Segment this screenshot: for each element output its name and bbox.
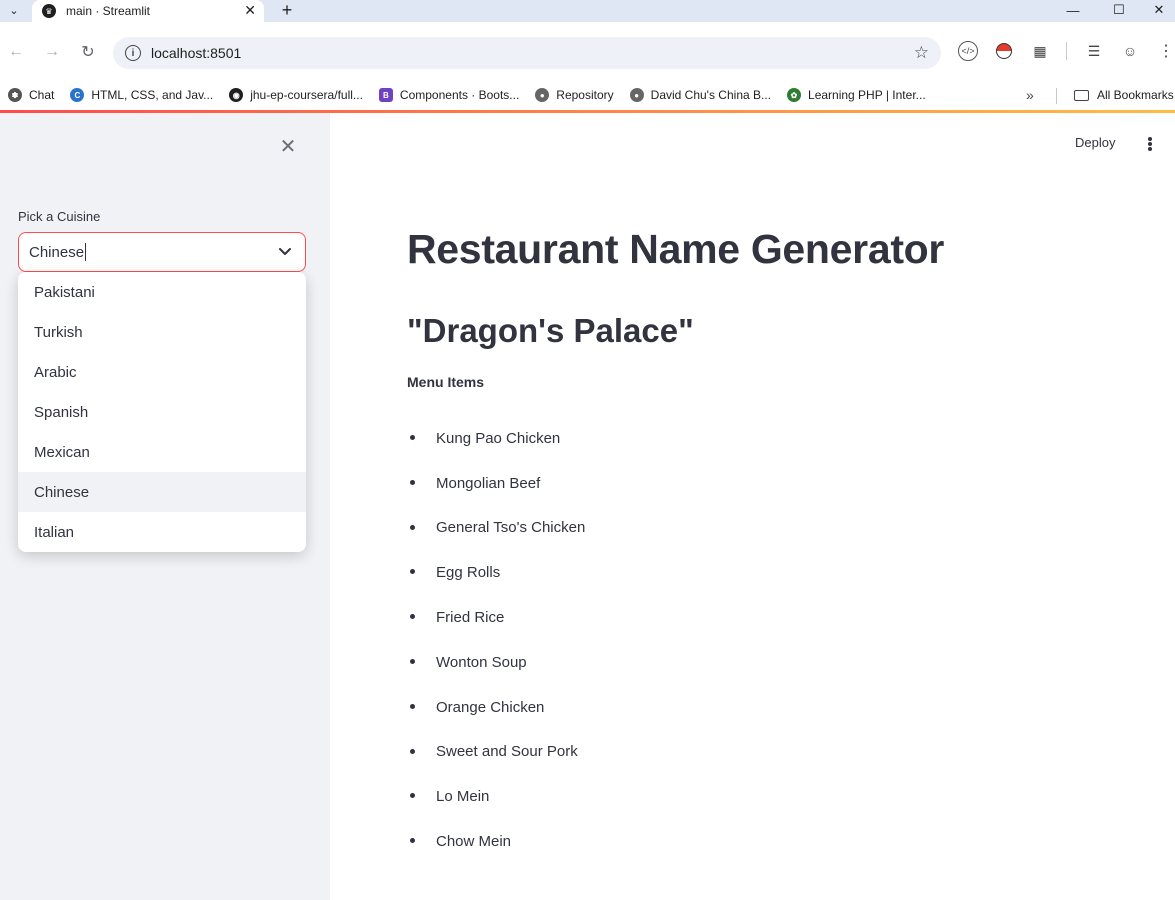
bookmark-label: David Chu's China B... bbox=[650, 88, 772, 102]
tab-close-icon[interactable]: ✕ bbox=[244, 2, 256, 19]
deploy-button[interactable]: Deploy bbox=[1075, 135, 1115, 150]
coursera-icon: C bbox=[70, 88, 85, 102]
all-bookmarks-button[interactable]: All Bookmarks bbox=[1074, 80, 1174, 110]
browser-toolbar: ← → ↻ i localhost:8501 ☆ </> ▦ ☰ ☺ ⋮ bbox=[0, 22, 1175, 80]
bookmark-label: Learning PHP | Inter... bbox=[808, 88, 926, 102]
bookmark-label: Chat bbox=[29, 88, 55, 102]
url-text[interactable]: localhost:8501 bbox=[151, 45, 241, 61]
site-info-icon[interactable]: i bbox=[125, 45, 141, 61]
close-window-button[interactable]: ✕ bbox=[1136, 0, 1175, 20]
sidebar: ✕ Pick a Cuisine Chinese Pakistani Turki… bbox=[0, 113, 330, 900]
more-bookmarks-chevron-icon[interactable]: » bbox=[1026, 87, 1034, 103]
bookmark-item[interactable]: ● Repository bbox=[535, 88, 614, 102]
folder-icon bbox=[1074, 89, 1089, 101]
bookmark-item[interactable]: ✽ Chat bbox=[8, 88, 54, 102]
list-item: Kung Pao Chicken bbox=[407, 416, 585, 461]
list-item: Fried Rice bbox=[407, 595, 585, 640]
extension-circle-icon[interactable]: </> bbox=[958, 41, 978, 61]
openai-icon: ✽ bbox=[8, 88, 22, 102]
browser-tab[interactable]: ♛ main · Streamlit ✕ bbox=[32, 0, 264, 22]
list-item: Wonton Soup bbox=[407, 640, 585, 685]
profile-avatar-icon[interactable]: ☺ bbox=[1120, 41, 1140, 61]
extensions-puzzle-icon[interactable]: ▦ bbox=[1030, 41, 1050, 61]
bookmarks-bar: ✽ Chat C HTML, CSS, and Jav... ◉ jhu-ep-… bbox=[0, 80, 1175, 110]
leaf-icon: ✿ bbox=[787, 88, 802, 102]
cuisine-select-label: Pick a Cuisine bbox=[18, 209, 101, 224]
dropdown-option-highlighted[interactable]: Chinese bbox=[18, 472, 306, 512]
toolbar-divider bbox=[1066, 42, 1067, 60]
list-item: Chow Mein bbox=[407, 819, 585, 864]
browser-menu-icon[interactable]: ⋮ bbox=[1156, 41, 1175, 61]
bookmark-star-icon[interactable]: ☆ bbox=[914, 43, 929, 63]
browser-tab-bar: ⌄ ♛ main · Streamlit ✕ + — ☐ ✕ bbox=[0, 0, 1175, 22]
dropdown-option[interactable]: Turkish bbox=[18, 312, 306, 352]
reload-button[interactable]: ↻ bbox=[76, 40, 100, 64]
dropdown-option[interactable]: Arabic bbox=[18, 352, 306, 392]
list-item: Orange Chicken bbox=[407, 685, 585, 730]
bookmark-label: Components · Boots... bbox=[399, 88, 520, 102]
github-icon: ◉ bbox=[229, 88, 244, 102]
cuisine-select-value[interactable]: Chinese bbox=[29, 244, 84, 261]
list-item: Sweet and Sour Pork bbox=[407, 730, 585, 775]
menu-items-list: Kung Pao Chicken Mongolian Beef General … bbox=[407, 416, 585, 864]
list-item: Lo Mein bbox=[407, 774, 585, 819]
page-title: Restaurant Name Generator bbox=[407, 226, 945, 272]
bookmark-item[interactable]: ✿ Learning PHP | Inter... bbox=[787, 88, 926, 102]
bookmark-item[interactable]: ◉ jhu-ep-coursera/full... bbox=[229, 88, 363, 102]
cuisine-select[interactable]: Chinese bbox=[18, 232, 306, 272]
bookmarks-divider bbox=[1056, 88, 1057, 104]
back-button[interactable]: ← bbox=[4, 40, 28, 64]
bookmark-item[interactable]: C HTML, CSS, and Jav... bbox=[70, 88, 213, 102]
dropdown-option[interactable]: Italian bbox=[18, 512, 306, 552]
main-content: Deploy Restaurant Name Generator "Dragon… bbox=[330, 113, 1175, 900]
bootstrap-icon: B bbox=[378, 88, 393, 102]
forward-button[interactable]: → bbox=[40, 40, 64, 64]
list-item: Mongolian Beef bbox=[407, 461, 585, 506]
globe-icon: ● bbox=[535, 88, 550, 102]
dropdown-option[interactable]: Pakistani bbox=[18, 272, 306, 312]
dropdown-option[interactable]: Mexican bbox=[18, 432, 306, 472]
bookmark-label: jhu-ep-coursera/full... bbox=[250, 88, 363, 102]
streamlit-favicon-icon: ♛ bbox=[42, 4, 56, 18]
bookmark-label: Repository bbox=[556, 88, 614, 102]
chevron-down-icon[interactable] bbox=[277, 243, 293, 259]
bookmark-item[interactable]: B Components · Boots... bbox=[378, 88, 520, 102]
restaurant-name-heading: "Dragon's Palace" bbox=[407, 312, 694, 349]
address-bar[interactable]: i localhost:8501 ☆ bbox=[113, 37, 941, 69]
list-item: General Tso's Chicken bbox=[407, 506, 585, 551]
new-tab-button[interactable]: + bbox=[276, 0, 298, 20]
tab-title: main · Streamlit bbox=[66, 4, 151, 18]
pokeball-extension-icon[interactable] bbox=[996, 43, 1012, 59]
all-bookmarks-label: All Bookmarks bbox=[1097, 88, 1174, 102]
close-sidebar-icon[interactable]: ✕ bbox=[278, 137, 298, 157]
bookmark-item[interactable]: ● David Chu's China B... bbox=[629, 88, 772, 102]
menu-items-label: Menu Items bbox=[407, 374, 485, 390]
app-menu-icon[interactable] bbox=[1146, 135, 1154, 153]
media-queue-icon[interactable]: ☰ bbox=[1084, 41, 1104, 61]
minimize-button[interactable]: — bbox=[1050, 0, 1096, 20]
bookmark-label: HTML, CSS, and Jav... bbox=[91, 88, 214, 102]
cuisine-dropdown-menu: Pakistani Turkish Arabic Spanish Mexican… bbox=[18, 272, 306, 552]
tab-search-chevron-icon[interactable]: ⌄ bbox=[2, 0, 26, 20]
text-cursor bbox=[85, 243, 87, 261]
list-item: Egg Rolls bbox=[407, 550, 585, 595]
dropdown-option[interactable]: Spanish bbox=[18, 392, 306, 432]
globe-icon: ● bbox=[629, 88, 644, 102]
